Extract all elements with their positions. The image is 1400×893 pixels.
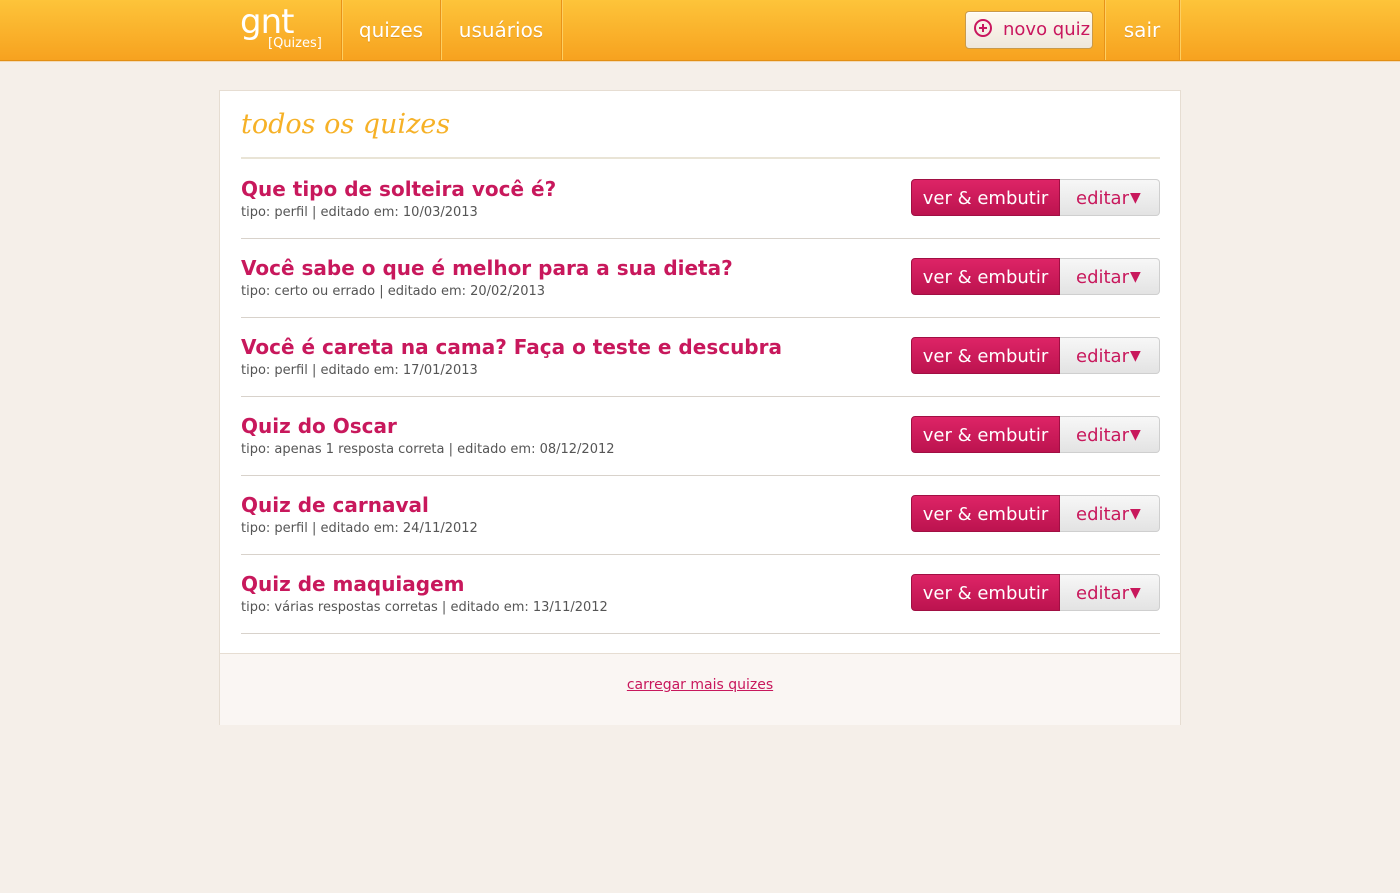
quiz-meta: tipo: certo ou errado | editado em: 20/0…	[241, 284, 546, 299]
view-embed-button[interactable]: ver & embutir	[911, 337, 1060, 374]
quiz-list-panel: todos os quizes Que tipo de solteira voc…	[219, 90, 1181, 725]
quiz-title-link[interactable]: Que tipo de solteira você é?	[241, 177, 556, 201]
caret-down-icon: ▼	[1130, 269, 1141, 285]
view-embed-button[interactable]: ver & embutir	[911, 416, 1060, 453]
caret-down-icon: ▼	[1130, 585, 1141, 601]
quiz-meta: tipo: perfil | editado em: 10/03/2013	[241, 205, 478, 220]
new-quiz-label: novo quiz	[1003, 19, 1091, 40]
quiz-title-link[interactable]: Você sabe o que é melhor para a sua diet…	[241, 256, 733, 280]
nav-item-quizes[interactable]: quizes	[342, 0, 440, 60]
load-more-link[interactable]: carregar mais quizes	[220, 677, 1180, 693]
edit-dropdown-button[interactable]: editar ▼	[1060, 574, 1160, 611]
quiz-list-item: Que tipo de solteira você é? tipo: perfi…	[241, 159, 1160, 239]
nav-divider	[1179, 0, 1180, 60]
quiz-meta: tipo: perfil | editado em: 24/11/2012	[241, 521, 478, 536]
edit-label: editar	[1076, 188, 1129, 209]
nav-divider	[561, 0, 562, 60]
load-more-footer: carregar mais quizes	[220, 653, 1180, 725]
quiz-list-item: Quiz de carnaval tipo: perfil | editado …	[241, 475, 1160, 555]
quiz-title-link[interactable]: Você é careta na cama? Faça o teste e de…	[241, 335, 782, 359]
quiz-list-item: Quiz de maquiagem tipo: várias respostas…	[241, 554, 1160, 634]
view-embed-button[interactable]: ver & embutir	[911, 574, 1060, 611]
logo-sub-text: [Quizes]	[268, 36, 322, 51]
quiz-title-link[interactable]: Quiz do Oscar	[241, 414, 397, 438]
view-embed-button[interactable]: ver & embutir	[911, 179, 1060, 216]
caret-down-icon: ▼	[1130, 190, 1141, 206]
edit-dropdown-button[interactable]: editar ▼	[1060, 179, 1160, 216]
page-title: todos os quizes	[241, 109, 451, 140]
caret-down-icon: ▼	[1130, 348, 1141, 364]
quiz-meta: tipo: apenas 1 resposta correta | editad…	[241, 442, 615, 457]
quiz-list-item: Quiz do Oscar tipo: apenas 1 resposta co…	[241, 396, 1160, 476]
edit-label: editar	[1076, 267, 1129, 288]
new-quiz-button[interactable]: novo quiz	[965, 11, 1093, 49]
logo[interactable]: gnt [Quizes]	[240, 2, 340, 54]
edit-dropdown-button[interactable]: editar ▼	[1060, 258, 1160, 295]
quiz-title-link[interactable]: Quiz de maquiagem	[241, 572, 465, 596]
edit-dropdown-button[interactable]: editar ▼	[1060, 337, 1160, 374]
quiz-list-item: Você é careta na cama? Faça o teste e de…	[241, 317, 1160, 397]
quiz-meta: tipo: várias respostas corretas | editad…	[241, 600, 608, 615]
edit-label: editar	[1076, 425, 1129, 446]
edit-label: editar	[1076, 346, 1129, 367]
logout-button[interactable]: sair	[1105, 0, 1179, 60]
edit-dropdown-button[interactable]: editar ▼	[1060, 416, 1160, 453]
view-embed-button[interactable]: ver & embutir	[911, 495, 1060, 532]
top-navigation-bar: gnt [Quizes] quizes usuários novo quiz s…	[0, 0, 1400, 61]
quiz-list-item: Você sabe o que é melhor para a sua diet…	[241, 238, 1160, 318]
edit-dropdown-button[interactable]: editar ▼	[1060, 495, 1160, 532]
edit-label: editar	[1076, 504, 1129, 525]
view-embed-button[interactable]: ver & embutir	[911, 258, 1060, 295]
top-navigation-inner: gnt [Quizes] quizes usuários novo quiz s…	[220, 0, 1180, 60]
edit-label: editar	[1076, 583, 1129, 604]
quiz-meta: tipo: perfil | editado em: 17/01/2013	[241, 363, 478, 378]
nav-item-usuarios[interactable]: usuários	[441, 0, 561, 60]
plus-circle-icon	[974, 19, 992, 37]
quiz-title-link[interactable]: Quiz de carnaval	[241, 493, 429, 517]
caret-down-icon: ▼	[1130, 506, 1141, 522]
caret-down-icon: ▼	[1130, 427, 1141, 443]
